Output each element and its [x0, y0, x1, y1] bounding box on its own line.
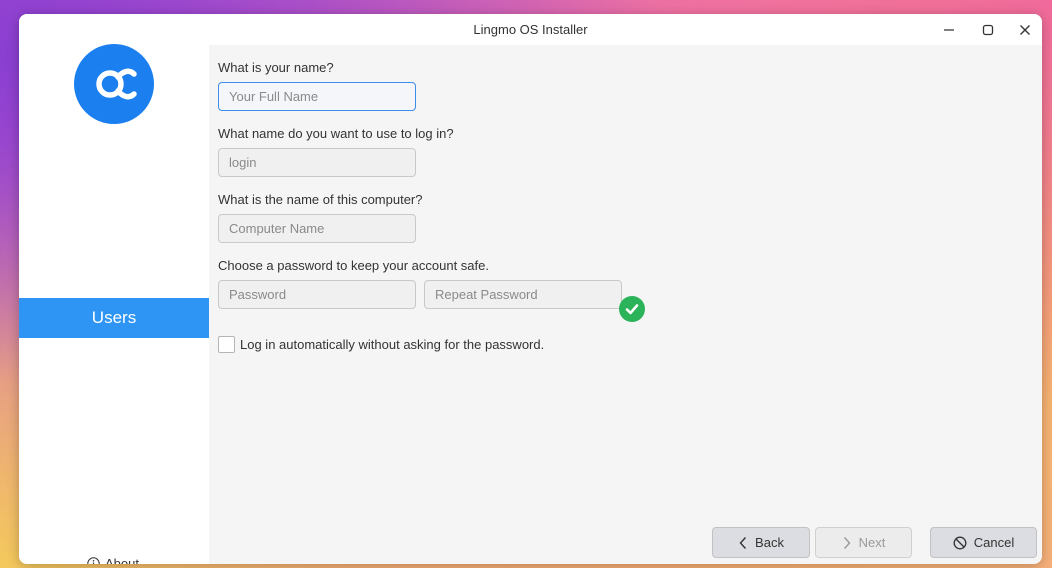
about-link[interactable]: About: [87, 554, 139, 564]
password-input[interactable]: [218, 280, 416, 309]
maximize-button[interactable]: [974, 14, 1002, 45]
login-label: What name do you want to use to log in?: [218, 126, 454, 141]
computer-name-input[interactable]: [218, 214, 416, 243]
maximize-icon: [982, 24, 994, 35]
chevron-right-icon: [843, 536, 851, 549]
full-name-input[interactable]: [218, 82, 416, 111]
next-button[interactable]: Next: [815, 527, 912, 558]
lingmo-logo-icon: [96, 68, 137, 100]
autologin-label[interactable]: Log in automatically without asking for …: [240, 337, 544, 352]
minimize-icon: [944, 28, 954, 31]
close-icon: [1020, 24, 1030, 35]
cancel-label: Cancel: [973, 535, 1015, 550]
back-button[interactable]: Back: [712, 527, 810, 558]
chevron-left-icon: [739, 536, 747, 549]
cancel-icon: [953, 536, 967, 549]
full-name-label: What is your name?: [218, 60, 334, 75]
close-button[interactable]: [1011, 14, 1039, 45]
sidebar-step-users: Users: [19, 298, 209, 338]
about-label: About: [105, 555, 139, 565]
repeat-password-input[interactable]: [424, 280, 622, 309]
users-form: What is your name? What name do you want…: [209, 45, 1042, 564]
password-valid-badge: [619, 296, 645, 322]
back-label: Back: [755, 535, 784, 550]
login-input[interactable]: [218, 148, 416, 177]
info-icon: [87, 556, 100, 564]
sidebar: Users About: [19, 44, 209, 564]
autologin-checkbox[interactable]: [218, 336, 235, 353]
next-label: Next: [858, 535, 886, 550]
minimize-button[interactable]: [935, 14, 963, 45]
password-label: Choose a password to keep your account s…: [218, 258, 489, 273]
cancel-button[interactable]: Cancel: [930, 527, 1037, 558]
lingmo-logo: [74, 44, 154, 124]
computer-name-label: What is the name of this computer?: [218, 192, 423, 207]
check-icon: [625, 304, 639, 315]
installer-window: Lingmo OS Installer Users About What is …: [19, 14, 1042, 564]
window-title: Lingmo OS Installer: [473, 22, 588, 37]
title-bar[interactable]: Lingmo OS Installer: [19, 14, 1042, 45]
